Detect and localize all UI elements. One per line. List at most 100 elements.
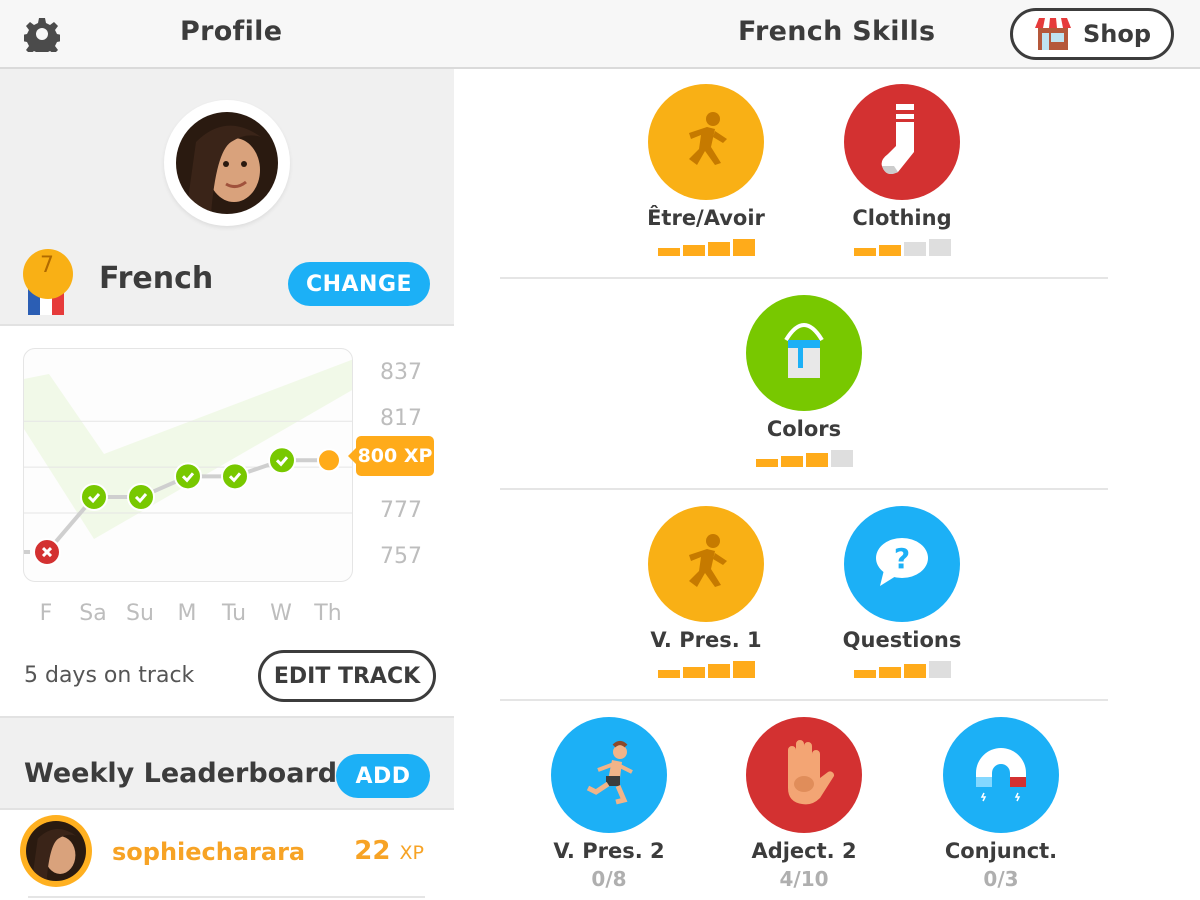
strength-segment [903,242,926,256]
row-divider [500,488,1108,490]
divider [28,896,425,898]
strength-segment [805,453,828,467]
strength-segment [732,239,755,256]
skill-progress: 0/3 [983,867,1019,891]
strength-segment [903,664,926,678]
strength-segment [755,459,778,467]
skill-strength-bar [724,447,884,467]
current-xp-label: 800 XP [348,436,434,476]
shop-label: Shop [1083,20,1152,48]
skill-icon-circle [551,717,667,833]
strength-segment [878,245,901,256]
strength-segment [657,248,680,256]
running-man-icon [671,527,741,601]
skills-title: French Skills [738,16,936,47]
profile-header: Profile [0,0,454,69]
skill-progress: 4/10 [779,867,829,891]
skill--tre-avoir[interactable]: Être/Avoir [626,84,786,256]
leaderboard-username[interactable]: sophiecharara [112,838,305,866]
skill-conjunct-[interactable]: Conjunct. 0/3 [921,717,1081,891]
skill-icon-circle: ? [844,506,960,622]
leaderboard-avatar [20,815,92,887]
x-tick-label: F [39,601,53,626]
skill-name: Adject. 2 [751,839,857,863]
change-language-button[interactable]: CHANGE [288,262,430,306]
skill-icon-circle [648,84,764,200]
skill-icon-circle [844,84,960,200]
xp-chart-plot [24,359,352,567]
xp-chart-section: 837 817 777 757 F Sa Su M Tu W Th 800 XP 5 days o… [0,326,454,716]
strength-segment [830,450,853,467]
xp-chart [23,348,353,582]
skill-strength-bar [626,236,786,256]
x-tick-label: M [177,601,197,626]
add-friend-button[interactable]: ADD [336,754,430,798]
strength-segment [853,670,876,678]
strength-segment [878,667,901,678]
strength-segment [732,661,755,678]
skill-icon-circle [746,717,862,833]
shop-button[interactable]: Shop [1010,8,1174,60]
skill-adject-2[interactable]: Adject. 2 4/10 [724,717,884,891]
skill-colors[interactable]: Colors [724,295,884,467]
x-tick-label: W [270,601,292,626]
leaderboard-header: Weekly Leaderboard ADD [0,716,454,810]
skill-name: Colors [766,417,842,441]
page-title: Profile [180,16,283,47]
strength-segment [682,667,705,678]
track-status: 5 days on track [24,663,195,688]
skill-v-pres-2[interactable]: V. Pres. 2 0/8 [529,717,689,891]
level-number: 7 [40,253,54,278]
skill-v-pres-1[interactable]: V. Pres. 1 [626,506,786,678]
running-man-icon [671,105,741,179]
hand-icon [772,738,836,812]
y-tick-label: 817 [380,406,422,432]
goal-band [24,359,352,539]
strength-segment [707,242,730,256]
profile-summary: 7 French CHANGE [0,69,454,326]
leaderboard-title: Weekly Leaderboard [24,758,338,789]
data-point-Sa [80,482,108,511]
data-point-Th [317,448,341,473]
skill-name: Clothing [852,206,952,230]
skill-name: V. Pres. 2 [553,839,665,863]
sock-icon [872,100,932,184]
skills-panel: French Skills Shop Être/Avoir Clothing Col… [454,0,1200,900]
strength-segment [657,670,680,678]
edit-track-button[interactable]: EDIT TRACK [258,650,436,702]
data-point-M [174,462,202,491]
skill-clothing[interactable]: Clothing [822,84,982,256]
xp-value: 22 [354,836,391,866]
paint-bucket-icon [774,316,834,390]
strength-segment [707,664,730,678]
xp-unit: XP [399,842,424,864]
y-tick-label: 777 [380,498,422,524]
avatar[interactable] [164,100,290,226]
profile-panel: Profile 7 French CHANGE 837 817 777 757 F Sa… [0,0,454,900]
skills-header: French Skills Shop [454,0,1200,69]
magnet-icon [966,743,1036,807]
svg-text:?: ? [894,542,910,575]
skill-name: V. Pres. 1 [650,628,762,652]
runner-icon [574,738,644,812]
language-name: French [99,261,214,296]
skill-name: Questions [842,628,962,652]
skill-icon-circle [943,717,1059,833]
skill-name: Conjunct. [944,839,1058,863]
skill-strength-bar [626,658,786,678]
skill-questions[interactable]: ? Questions [822,506,982,678]
row-divider [500,699,1108,701]
strength-segment [928,661,951,678]
y-tick-label: 837 [380,360,422,386]
row-divider [500,277,1108,279]
gear-icon[interactable] [24,16,60,52]
skill-name: Être/Avoir [647,206,765,230]
skill-strength-bar [822,658,982,678]
skill-progress: 0/8 [591,867,627,891]
storefront-icon [1035,18,1071,50]
skill-icon-circle [746,295,862,411]
data-point-Su [127,482,155,511]
data-point-W [268,446,296,475]
leaderboard-xp: 22 XP [354,836,424,866]
leaderboard-row[interactable]: sophiecharara 22 XP [0,810,454,900]
